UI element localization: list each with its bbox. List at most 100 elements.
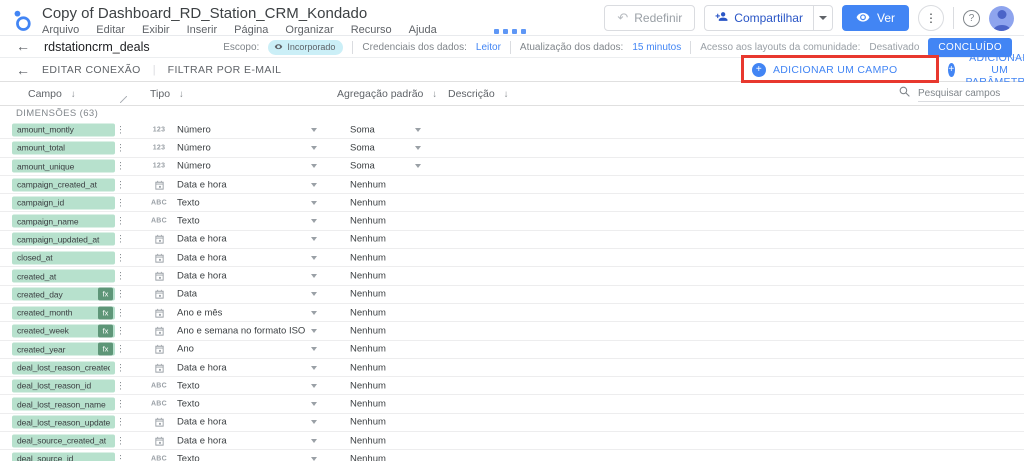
share-button[interactable]: Compartilhar — [704, 5, 833, 31]
back-arrow-icon[interactable]: ← — [16, 62, 30, 78]
column-header-field[interactable]: Campo ↓ — [28, 82, 76, 106]
field-pill[interactable]: created_week fx — [12, 324, 115, 338]
field-type[interactable]: Ano e mês — [177, 307, 222, 318]
type-dropdown-icon[interactable] — [311, 164, 317, 169]
sort-arrow-icon[interactable]: ↓ — [504, 89, 509, 100]
field-aggregation[interactable]: Nenhum — [350, 453, 386, 461]
field-aggregation[interactable]: Nenhum — [350, 234, 386, 245]
scope-badge[interactable]: Incorporado — [268, 39, 344, 55]
field-type[interactable]: Número — [177, 124, 211, 135]
aggregation-dropdown-icon[interactable] — [415, 145, 421, 150]
field-aggregation[interactable]: Nenhum — [350, 252, 386, 263]
refresh-value[interactable]: 15 minutos — [632, 42, 681, 53]
field-menu-icon[interactable]: ⋮ — [116, 271, 125, 282]
field-type[interactable]: Ano — [177, 344, 194, 355]
type-dropdown-icon[interactable] — [311, 237, 317, 242]
field-aggregation[interactable]: Soma — [350, 161, 375, 172]
menu-inserir[interactable]: Inserir — [187, 24, 218, 36]
field-type[interactable]: Data e hora — [177, 234, 227, 245]
add-parameter-button[interactable]: + ADICIONAR UM PARÂMETRO — [948, 52, 1024, 88]
field-menu-icon[interactable]: ⋮ — [116, 142, 125, 153]
field-menu-icon[interactable]: ⋮ — [116, 124, 125, 135]
field-aggregation[interactable]: Nenhum — [350, 216, 386, 227]
field-menu-icon[interactable]: ⋮ — [116, 161, 125, 172]
type-dropdown-icon[interactable] — [311, 420, 317, 425]
field-pill[interactable]: campaign_updated_at — [12, 232, 115, 246]
type-dropdown-icon[interactable] — [311, 145, 317, 150]
menu-exibir[interactable]: Exibir — [142, 24, 170, 36]
column-resize-handle[interactable] — [120, 96, 127, 103]
field-aggregation[interactable]: Nenhum — [350, 307, 386, 318]
field-type[interactable]: Texto — [177, 453, 200, 461]
field-pill[interactable]: deal_source_id — [12, 452, 115, 461]
column-header-description[interactable]: Descrição ↓ — [448, 82, 508, 106]
field-type[interactable]: Número — [177, 161, 211, 172]
field-menu-icon[interactable]: ⋮ — [116, 179, 125, 190]
field-aggregation[interactable]: Soma — [350, 142, 375, 153]
field-pill[interactable]: campaign_id — [12, 196, 115, 210]
field-aggregation[interactable]: Nenhum — [350, 271, 386, 282]
type-dropdown-icon[interactable] — [311, 255, 317, 260]
field-type[interactable]: Texto — [177, 216, 200, 227]
type-dropdown-icon[interactable] — [311, 292, 317, 297]
field-pill[interactable]: campaign_created_at — [12, 178, 115, 192]
sort-arrow-icon[interactable]: ↓ — [432, 89, 437, 100]
mini-toolbar-icons[interactable] — [494, 29, 526, 34]
column-header-type[interactable]: Tipo ↓ — [150, 82, 184, 106]
field-type[interactable]: Data e hora — [177, 417, 227, 428]
type-dropdown-icon[interactable] — [311, 438, 317, 443]
field-pill[interactable]: amount_total — [12, 141, 115, 155]
reset-button[interactable]: ↶ Redefinir — [604, 5, 696, 31]
field-aggregation[interactable]: Nenhum — [350, 362, 386, 373]
share-dropdown-button[interactable] — [812, 6, 832, 30]
field-pill[interactable]: deal_lost_reason_name — [12, 397, 115, 411]
menu-recurso[interactable]: Recurso — [351, 24, 392, 36]
field-aggregation[interactable]: Nenhum — [350, 417, 386, 428]
menu-arquivo[interactable]: Arquivo — [42, 24, 79, 36]
field-type[interactable]: Data — [177, 289, 197, 300]
field-type[interactable]: Data e hora — [177, 435, 227, 446]
field-pill[interactable]: amount_montly — [12, 123, 115, 137]
menu-pagina[interactable]: Página — [234, 24, 268, 36]
field-pill[interactable]: deal_lost_reason_update.. — [12, 415, 115, 429]
column-header-aggregation[interactable]: Agregação padrão ↓ — [337, 82, 437, 106]
field-type[interactable]: Texto — [177, 197, 200, 208]
avatar[interactable] — [989, 5, 1014, 31]
field-aggregation[interactable]: Nenhum — [350, 289, 386, 300]
field-aggregation[interactable]: Nenhum — [350, 344, 386, 355]
field-menu-icon[interactable]: ⋮ — [116, 234, 125, 245]
type-dropdown-icon[interactable] — [311, 219, 317, 224]
type-dropdown-icon[interactable] — [311, 127, 317, 132]
field-pill[interactable]: campaign_name — [12, 214, 115, 228]
field-pill[interactable]: created_at — [12, 269, 115, 283]
field-aggregation[interactable]: Nenhum — [350, 380, 386, 391]
filter-by-email-link[interactable]: FILTRAR POR E-MAIL — [168, 64, 282, 76]
more-options-button[interactable]: ⋮ — [918, 5, 944, 31]
type-dropdown-icon[interactable] — [311, 383, 317, 388]
sort-arrow-icon[interactable]: ↓ — [179, 89, 184, 100]
field-aggregation[interactable]: Nenhum — [350, 197, 386, 208]
menu-editar[interactable]: Editar — [96, 24, 125, 36]
type-dropdown-icon[interactable] — [311, 200, 317, 205]
field-pill[interactable]: closed_at — [12, 251, 115, 265]
field-pill[interactable]: created_year fx — [12, 342, 115, 356]
field-type[interactable]: Data e hora — [177, 252, 227, 263]
type-dropdown-icon[interactable] — [311, 347, 317, 352]
back-arrow-icon[interactable]: ← — [16, 38, 30, 54]
aggregation-dropdown-icon[interactable] — [415, 127, 421, 132]
field-menu-icon[interactable]: ⋮ — [116, 399, 125, 410]
field-menu-icon[interactable]: ⋮ — [116, 380, 125, 391]
credentials-value[interactable]: Leitor — [476, 42, 501, 53]
field-menu-icon[interactable]: ⋮ — [116, 289, 125, 300]
field-aggregation[interactable]: Nenhum — [350, 179, 386, 190]
type-dropdown-icon[interactable] — [311, 182, 317, 187]
field-aggregation[interactable]: Soma — [350, 124, 375, 135]
type-dropdown-icon[interactable] — [311, 365, 317, 370]
field-type[interactable]: Texto — [177, 380, 200, 391]
field-type[interactable]: Número — [177, 142, 211, 153]
search-input[interactable] — [918, 86, 1010, 102]
field-type[interactable]: Texto — [177, 399, 200, 410]
field-menu-icon[interactable]: ⋮ — [116, 325, 125, 336]
field-menu-icon[interactable]: ⋮ — [116, 307, 125, 318]
field-menu-icon[interactable]: ⋮ — [116, 344, 125, 355]
